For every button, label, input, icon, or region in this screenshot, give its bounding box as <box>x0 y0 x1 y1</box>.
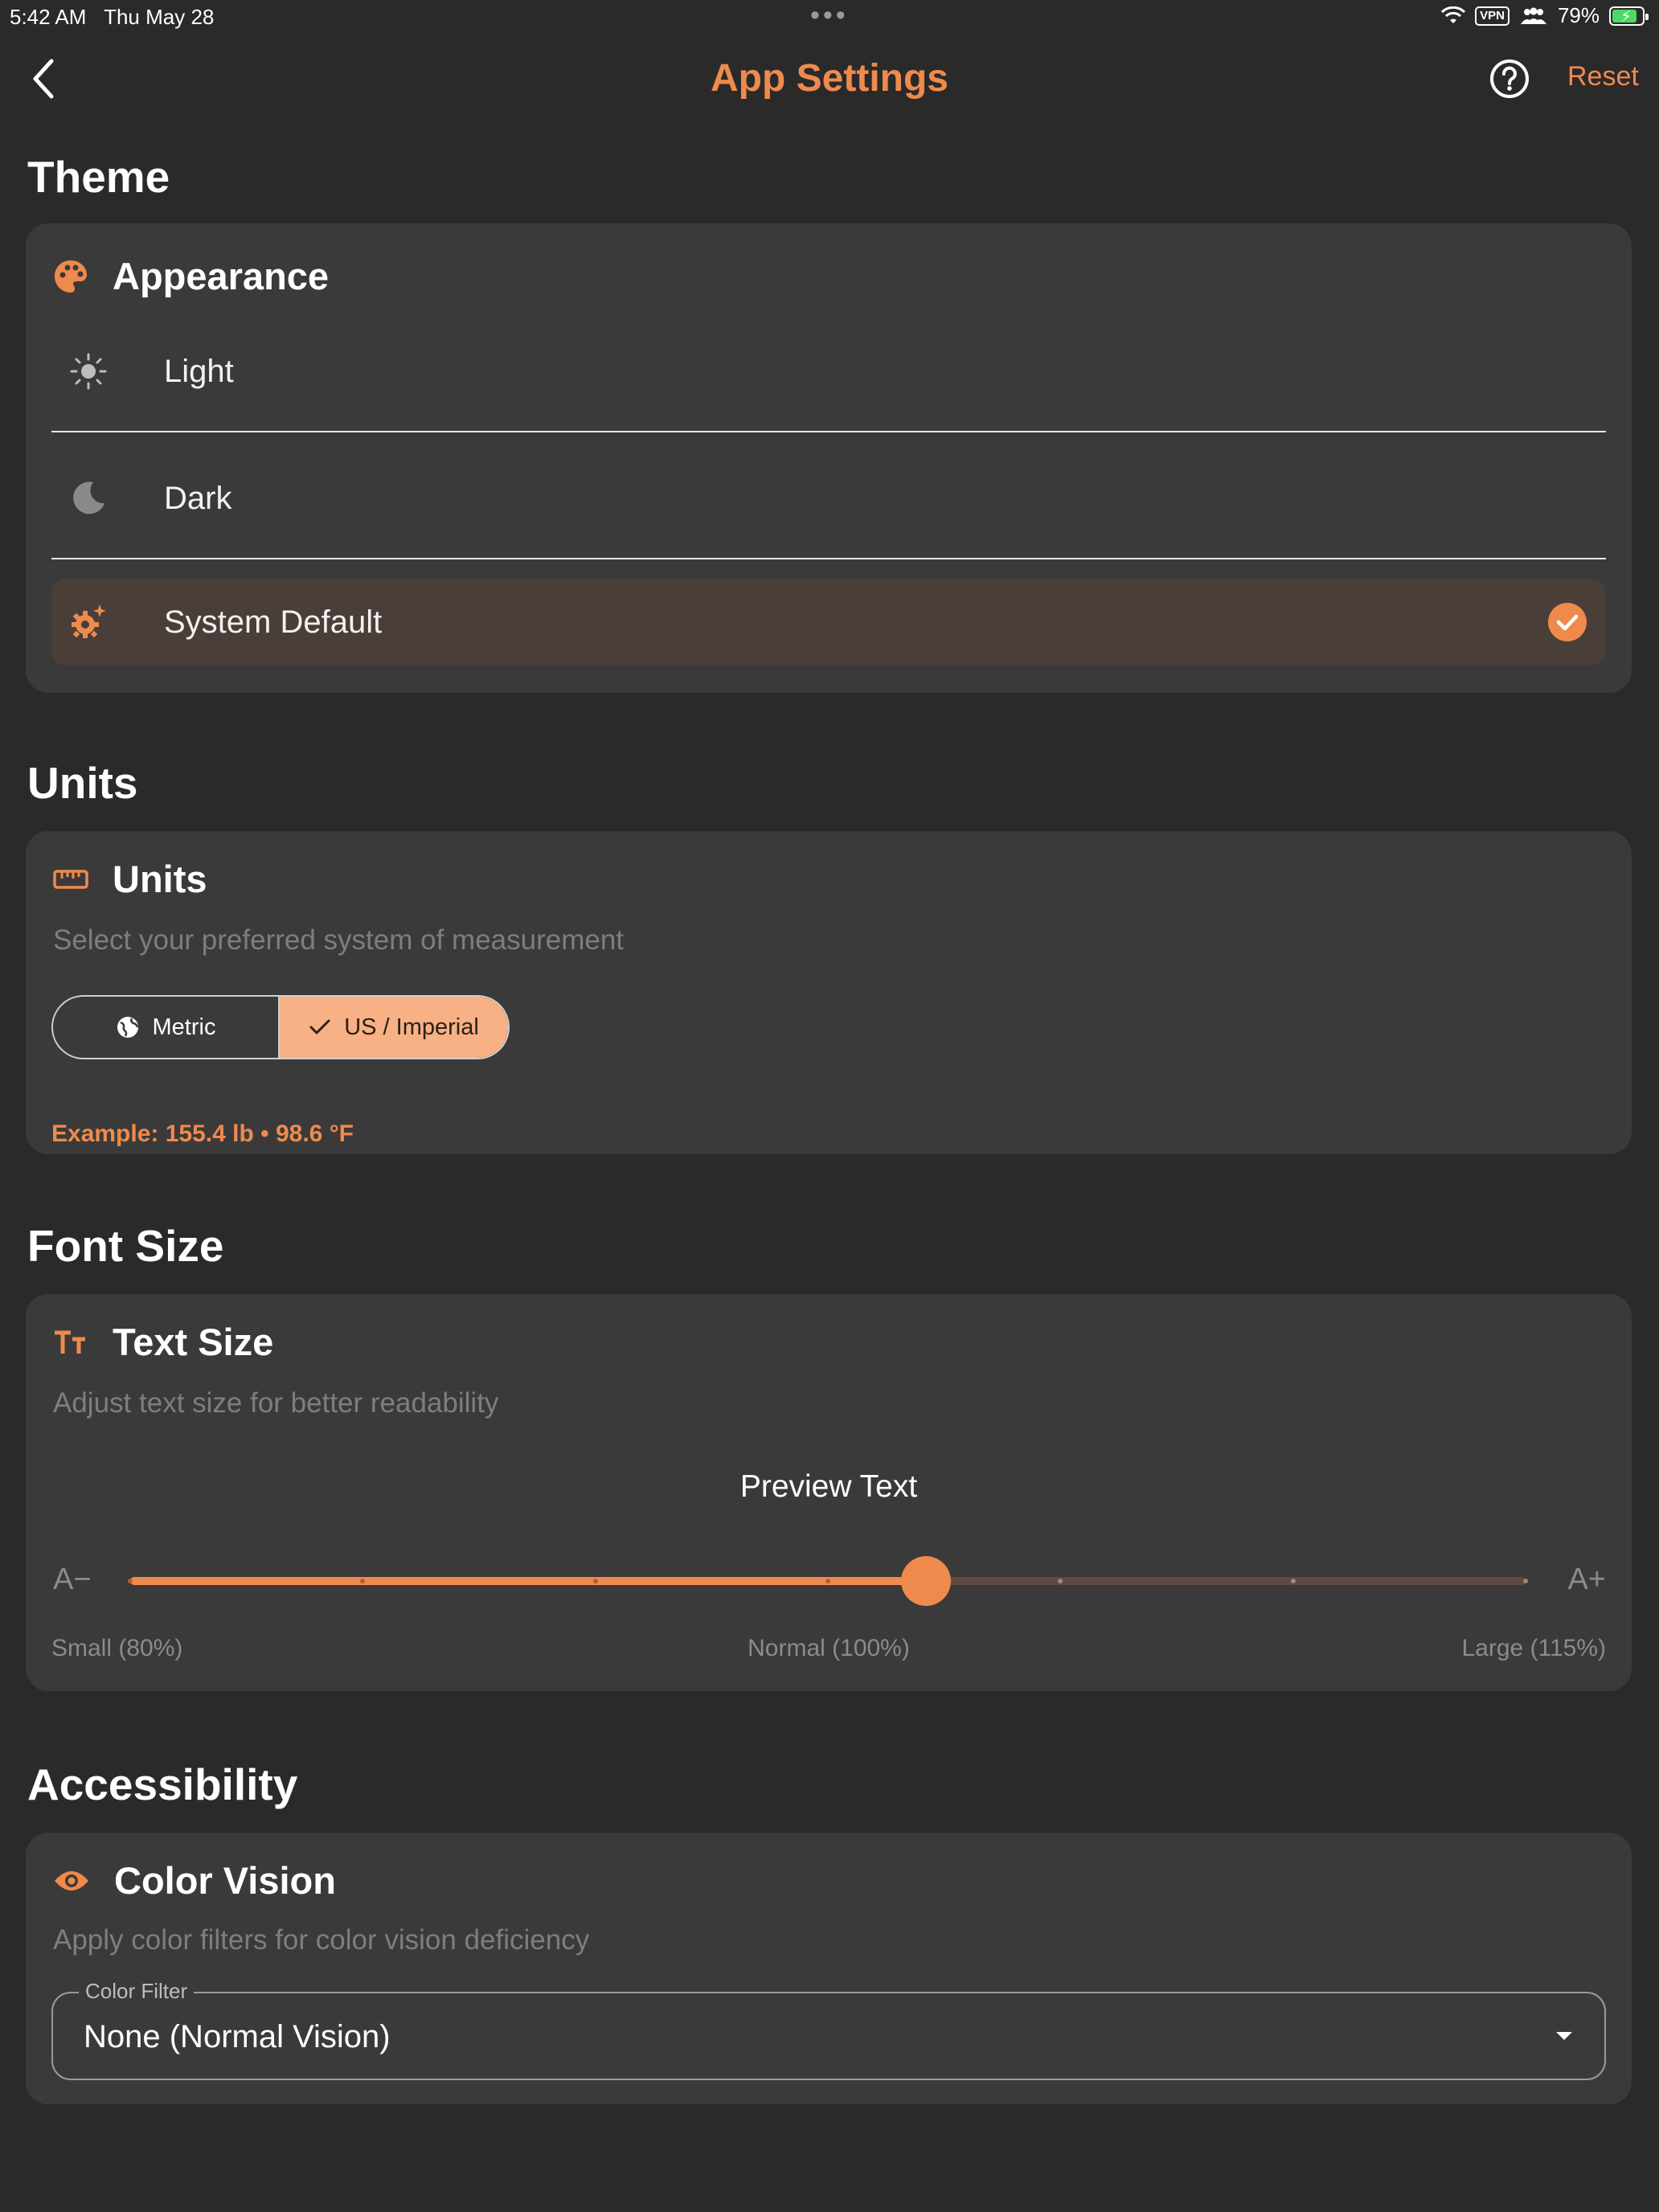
appearance-card-title: Appearance <box>113 255 330 297</box>
selected-check-icon <box>1548 603 1587 641</box>
wifi-icon <box>1441 6 1466 23</box>
section-title-font-size: Font Size <box>27 1221 224 1271</box>
battery-icon: ⚡ <box>1609 6 1649 26</box>
decrease-text-size-label[interactable]: A− <box>53 1563 92 1597</box>
theme-option-system-default[interactable]: System Default <box>51 579 1606 666</box>
section-title-theme: Theme <box>27 152 170 202</box>
divider <box>51 558 1606 559</box>
appearance-card: Appearance Light Dark System Default <box>26 223 1632 693</box>
slider-tick <box>1058 1579 1063 1583</box>
page-title: App Settings <box>711 57 948 100</box>
slider-tick <box>592 1579 598 1583</box>
divider <box>51 431 1606 432</box>
color-vision-description: Apply color filters for color vision def… <box>53 1924 590 1956</box>
color-filter-label: Color Filter <box>79 1979 195 2004</box>
units-card-title: Units <box>113 858 207 900</box>
preview-text: Preview Text <box>739 1469 918 1504</box>
theme-option-label: Light <box>164 353 234 389</box>
units-option-us-imperial[interactable]: US / Imperial <box>280 997 508 1058</box>
reset-button[interactable]: Reset <box>1567 61 1639 92</box>
section-title-units: Units <box>27 758 138 808</box>
text-size-slider[interactable] <box>128 1556 1528 1606</box>
slider-fill <box>130 1577 926 1585</box>
sun-icon <box>70 353 107 390</box>
help-icon[interactable] <box>1489 58 1530 100</box>
caret-down-icon <box>1556 2032 1572 2040</box>
slider-tick <box>1523 1579 1528 1583</box>
slider-tick <box>1290 1579 1296 1583</box>
appearance-card-header: Appearance <box>53 254 329 298</box>
units-segmented-control: Metric US / Imperial <box>51 995 510 1059</box>
color-vision-card: Color Vision Apply color filters for col… <box>26 1833 1632 2104</box>
status-time: 5:42 AM Thu May 28 <box>10 5 215 29</box>
slider-tick <box>128 1579 133 1583</box>
palette-icon <box>55 260 87 293</box>
ruler-icon <box>53 869 88 889</box>
text-size-card: Text Size Adjust text size for better re… <box>26 1294 1632 1691</box>
color-vision-card-header: Color Vision <box>53 1858 336 1903</box>
units-option-metric[interactable]: Metric <box>53 997 280 1058</box>
theme-option-label: Dark <box>164 480 232 516</box>
slider-tick <box>825 1579 830 1583</box>
section-title-accessibility: Accessibility <box>27 1759 298 1809</box>
text-size-icon <box>55 1330 85 1354</box>
text-size-card-header: Text Size <box>53 1320 273 1364</box>
units-option-label: Metric <box>152 1014 216 1040</box>
scale-label-large: Large (115%) <box>1461 1635 1606 1661</box>
multitasking-dots-icon[interactable]: ••• <box>810 2 849 29</box>
people-icon <box>1520 7 1546 24</box>
slider-thumb[interactable] <box>900 1556 951 1606</box>
units-card: Units Select your preferred system of me… <box>26 831 1632 1154</box>
theme-option-label: System Default <box>164 604 383 640</box>
text-size-card-title: Text Size <box>113 1321 274 1363</box>
color-filter-value: None (Normal Vision) <box>84 2019 391 2054</box>
color-filter-select[interactable]: Color Filter None (Normal Vision) <box>51 1979 1606 2080</box>
units-card-header: Units <box>53 857 207 901</box>
units-example: Example: 155.4 lb • 98.6 °F <box>51 1120 354 1147</box>
gear-sparkle-icon <box>72 604 106 638</box>
theme-option-light[interactable]: Light <box>51 328 1606 415</box>
color-vision-card-title: Color Vision <box>114 1859 336 1902</box>
theme-option-dark[interactable]: Dark <box>51 455 1606 542</box>
scale-label-normal: Normal (100%) <box>748 1635 910 1661</box>
eye-icon <box>55 1870 88 1890</box>
text-size-description: Adjust text size for better readability <box>53 1387 499 1419</box>
units-option-label: US / Imperial <box>344 1014 479 1040</box>
globe-icon <box>117 1017 138 1038</box>
vpn-badge: VPN <box>1475 6 1509 26</box>
moon-icon <box>73 481 104 514</box>
check-icon <box>309 1019 330 1034</box>
status-indicators: VPN 79% ⚡ <box>1441 3 1649 28</box>
increase-text-size-label[interactable]: A+ <box>1567 1563 1606 1597</box>
units-description: Select your preferred system of measurem… <box>53 924 625 956</box>
battery-percent: 79% <box>1557 3 1600 27</box>
